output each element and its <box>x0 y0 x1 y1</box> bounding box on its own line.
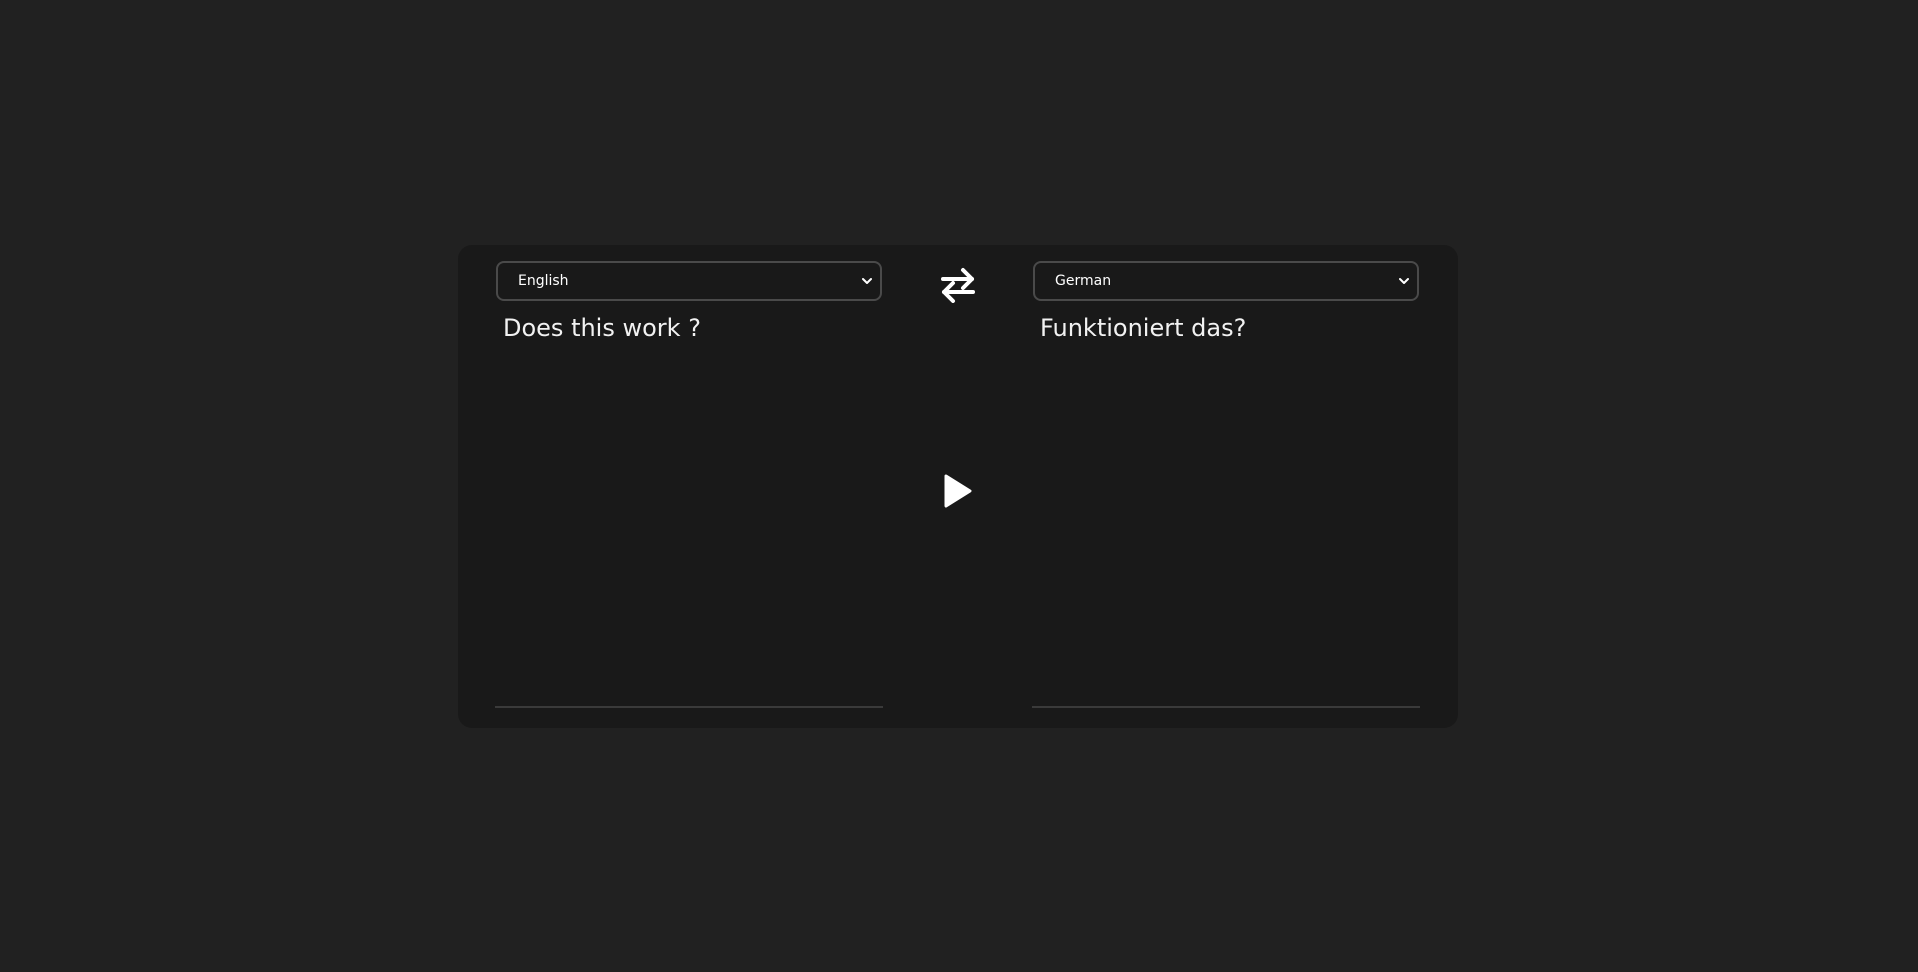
swap-languages-button[interactable] <box>939 267 977 303</box>
target-text-area: Funktioniert das? <box>1040 314 1247 342</box>
translator-card: English German Does this work ? Funktion… <box>458 245 1458 728</box>
target-language-value: German <box>1055 273 1112 289</box>
translate-play-button[interactable] <box>942 474 972 508</box>
source-language-value: English <box>518 273 569 289</box>
chevron-down-icon <box>862 278 872 284</box>
chevron-down-icon <box>1399 278 1409 284</box>
source-language-select[interactable]: English <box>496 261 882 301</box>
target-text-underline <box>1032 706 1420 708</box>
swap-arrows-icon <box>941 268 975 303</box>
play-icon <box>944 474 972 508</box>
source-text-underline <box>495 706 883 708</box>
target-language-select[interactable]: German <box>1033 261 1419 301</box>
source-text-area[interactable]: Does this work ? <box>503 313 883 343</box>
